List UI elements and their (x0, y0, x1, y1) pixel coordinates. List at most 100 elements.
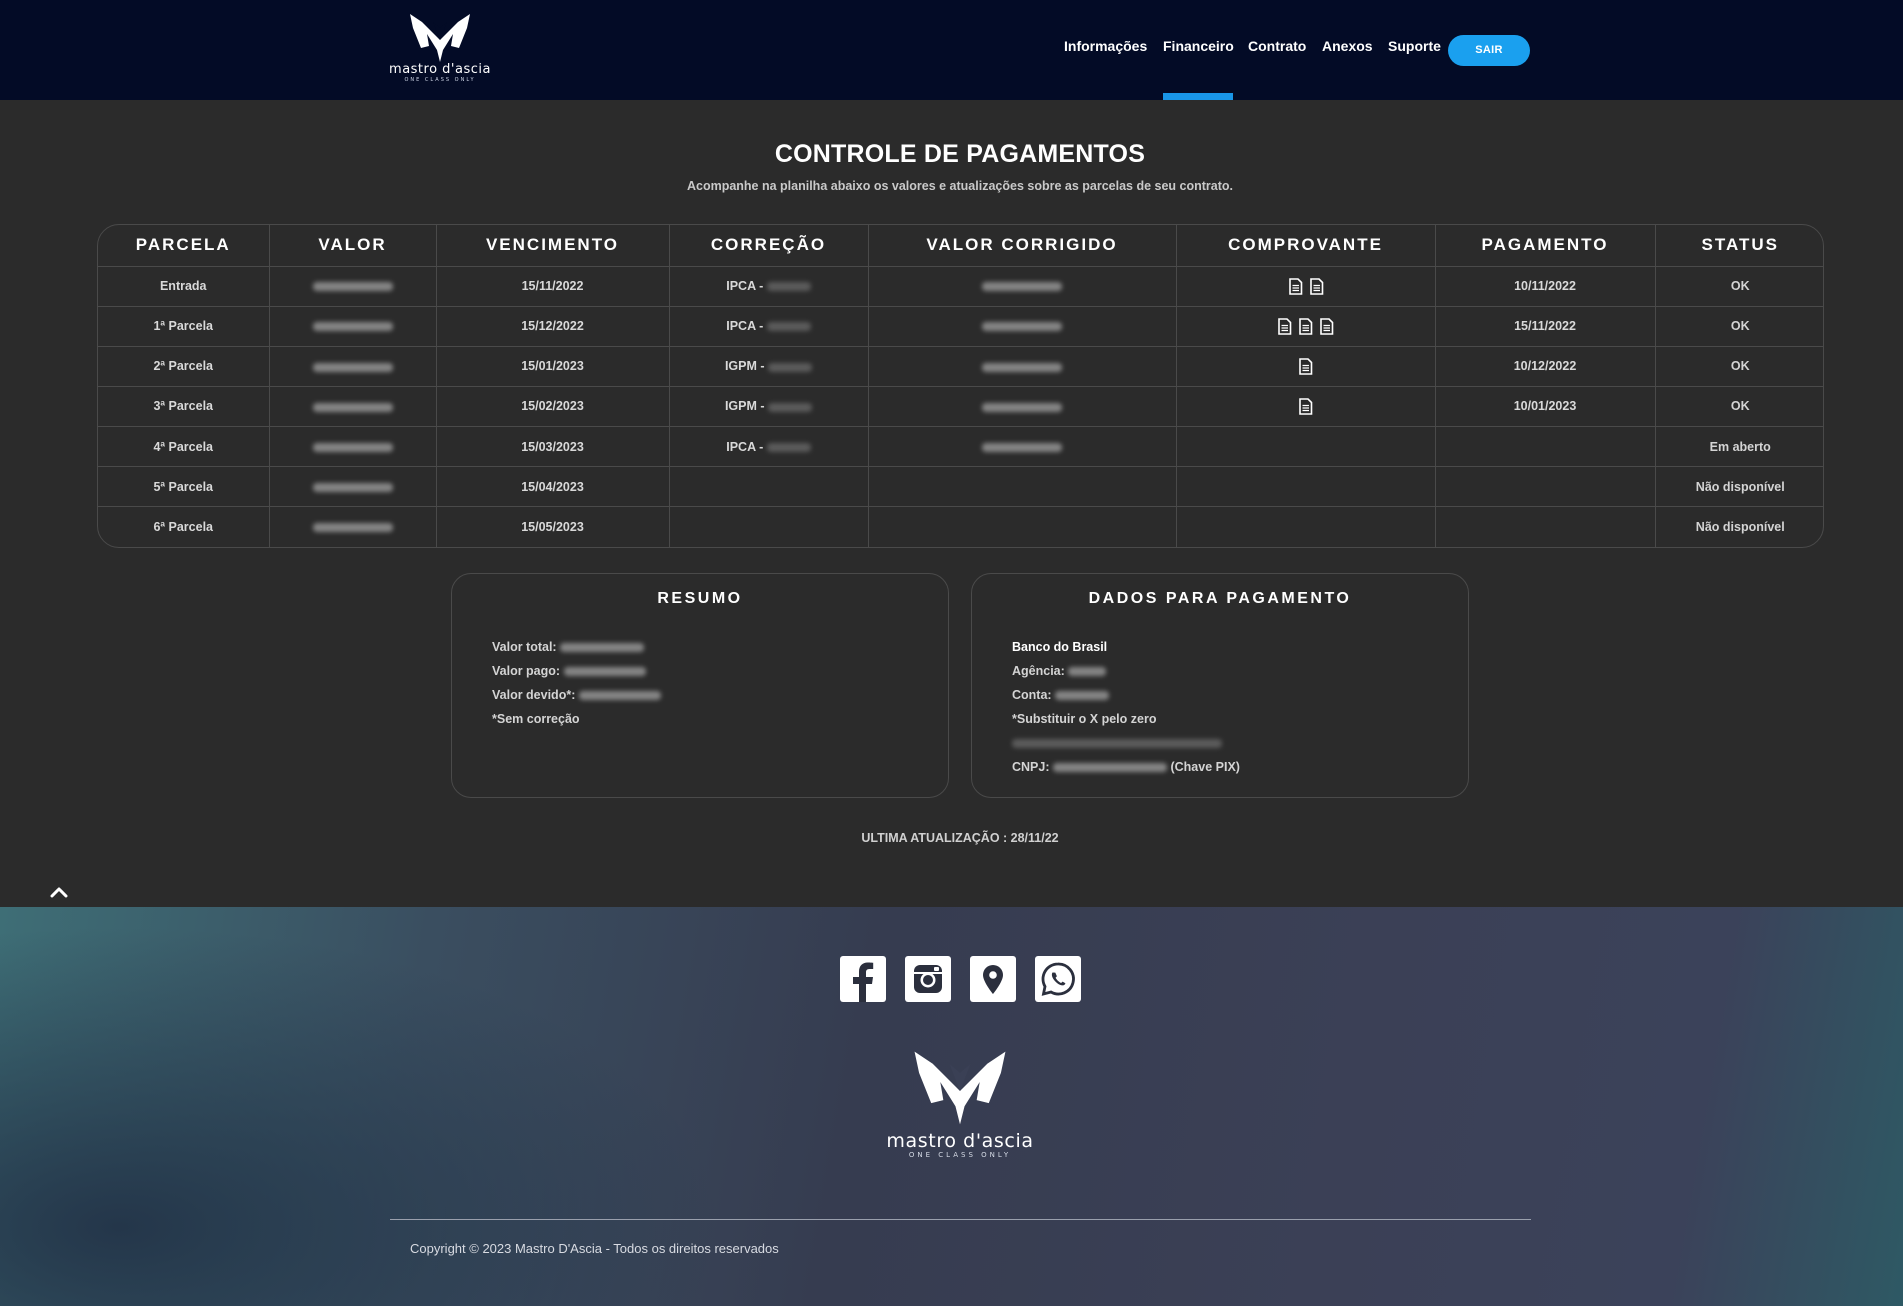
cell-vencimento: 15/02/2023 (436, 386, 670, 428)
map-pin-icon[interactable] (970, 956, 1016, 1002)
cell-vencimento: 15/05/2023 (436, 506, 670, 547)
header-status: STATUS (1655, 225, 1823, 267)
cell-parcela: 1ª Parcela (98, 306, 270, 347)
valor-corrigido-redacted (982, 322, 1062, 332)
cell-parcela: Entrada (98, 266, 270, 307)
page-title: CONTROLE DE PAGAMENTOS (774, 140, 1146, 168)
cell-valor (269, 426, 437, 468)
table-row: 4ª Parcela 15/03/2023 IPCA - Em aberto (98, 426, 1823, 468)
cell-status: OK (1655, 386, 1823, 428)
cell-pagamento (1435, 466, 1656, 508)
receipt-doc-icon[interactable] (1277, 317, 1292, 335)
cell-correcao: IGPM - (669, 346, 869, 387)
cell-correcao: IPCA - (669, 426, 869, 468)
receipt-doc-icon[interactable] (1309, 277, 1324, 295)
cell-correcao: IPCA - (669, 306, 869, 347)
table-row: 2ª Parcela 15/01/2023 IGPM - 10/12/2022 OK (98, 346, 1823, 387)
receipt-doc-icon[interactable] (1298, 398, 1313, 415)
instagram-icon[interactable] (905, 956, 951, 1002)
cell-valor-corrigido (868, 386, 1177, 428)
logo-mark-icon (914, 1051, 1006, 1125)
nav-suporte[interactable]: Suporte (1388, 38, 1441, 54)
cell-status: OK (1655, 266, 1823, 307)
cell-status: Não disponível (1695, 520, 1785, 535)
table-row: 5ª Parcela 15/04/2023 Não disponível (98, 466, 1823, 508)
cell-vencimento: 15/12/2022 (436, 306, 670, 347)
cell-correcao (669, 506, 869, 547)
valor-pago-line: Valor pago: (492, 659, 661, 683)
facebook-icon[interactable] (840, 956, 886, 1002)
header-correcao: CORREÇÃO (669, 225, 869, 267)
correcao-index: IGPM - (724, 399, 765, 414)
conta-label: Conta: (1012, 688, 1052, 702)
cell-vencimento: 15/11/2022 (436, 266, 670, 307)
dados-pagamento-title: DADOS PARA PAGAMENTO (1088, 590, 1352, 607)
cell-status: OK (1655, 306, 1823, 347)
cell-valor-corrigido (868, 266, 1177, 307)
correcao-index: IPCA - (726, 279, 764, 294)
receipt-doc-icon[interactable] (1288, 277, 1303, 295)
cell-valor-corrigido (868, 426, 1177, 468)
cell-valor (269, 506, 437, 547)
valor-pago-label: Valor pago: (492, 664, 561, 678)
cell-parcela: 6ª Parcela (98, 506, 270, 547)
cell-parcela: 4ª Parcela (98, 426, 270, 468)
receipt-doc-icon[interactable] (1298, 317, 1313, 335)
cell-valor-corrigido (868, 306, 1177, 347)
valor-devido-redacted (578, 691, 661, 701)
valor-redacted (312, 482, 393, 492)
cell-pagamento: 10/01/2023 (1435, 386, 1656, 428)
valor-devido-line: Valor devido*: (492, 683, 661, 707)
resumo-title: RESUMO (657, 590, 743, 607)
cell-valor (269, 266, 437, 307)
cell-valor (269, 386, 437, 428)
receipt-doc-icon[interactable] (1298, 358, 1313, 375)
valor-corrigido-redacted (982, 362, 1062, 372)
header-vencimento: VENCIMENTO (436, 225, 670, 267)
chevron-up-icon[interactable] (50, 886, 68, 898)
cell-parcela: 2ª Parcela (98, 346, 270, 387)
razao-social-line (1012, 731, 1240, 755)
nav-anexos[interactable]: Anexos (1322, 38, 1373, 54)
whatsapp-icon[interactable] (1035, 956, 1081, 1002)
correcao-index: IPCA - (726, 439, 764, 454)
cell-status: Em aberto (1655, 426, 1823, 468)
top-navbar: mastro d'ascia ONE CLASS ONLY Informaçõe… (0, 0, 1903, 100)
cell-valor-corrigido (868, 506, 1177, 547)
logout-button[interactable]: SAIR (1448, 35, 1530, 66)
bank-name: Banco do Brasil (1012, 640, 1108, 654)
valor-pago-redacted (563, 667, 646, 677)
cell-pagamento: 10/12/2022 (1435, 346, 1656, 387)
page-subtitle: Acompanhe na planilha abaixo os valores … (686, 179, 1234, 193)
valor-total-label: Valor total: (492, 640, 557, 654)
table-row: 3ª Parcela 15/02/2023 IGPM - 10/01/2023 OK (98, 386, 1823, 428)
cell-comprovante (1176, 426, 1436, 468)
correcao-period-redacted (766, 282, 811, 292)
correcao-index: IPCA - (726, 319, 764, 334)
correcao-period-redacted (766, 442, 811, 452)
receipt-doc-icon[interactable] (1319, 317, 1334, 335)
footer-divider (390, 1219, 1531, 1220)
footer-logo: mastro d'ascia ONE CLASS ONLY (884, 1045, 1036, 1159)
correcao-period-redacted (766, 322, 811, 332)
agencia-line: Agência: (1012, 659, 1240, 683)
cell-pagamento (1435, 426, 1656, 468)
nav-informacoes[interactable]: Informações (1064, 38, 1147, 54)
last-update: ULTIMA ATUALIZAÇÃO : 28/11/22 (861, 831, 1059, 845)
nav-contrato[interactable]: Contrato (1248, 38, 1306, 54)
footer-wordmark: mastro d'ascia (886, 1130, 1034, 1152)
valor-redacted (312, 523, 393, 533)
brand-tagline: ONE CLASS ONLY (404, 77, 476, 83)
valor-corrigido-redacted (982, 402, 1062, 412)
valor-total-redacted (560, 643, 645, 653)
cell-valor-corrigido (868, 346, 1177, 387)
brand-wordmark: mastro d'ascia (389, 62, 491, 77)
pix-label: (Chave PIX) (1170, 760, 1240, 774)
footer: mastro d'ascia ONE CLASS ONLY Copyright … (0, 907, 1903, 1306)
header-valor-corrigido: VALOR CORRIGIDO (868, 225, 1177, 267)
brand-logo[interactable]: mastro d'ascia ONE CLASS ONLY (388, 10, 492, 88)
nav-financeiro[interactable]: Financeiro (1163, 38, 1234, 54)
cell-vencimento: 15/03/2023 (436, 426, 670, 468)
table-row: 6ª Parcela 15/05/2023 Não disponível (98, 506, 1823, 547)
cell-status: Não disponível (1655, 466, 1823, 508)
